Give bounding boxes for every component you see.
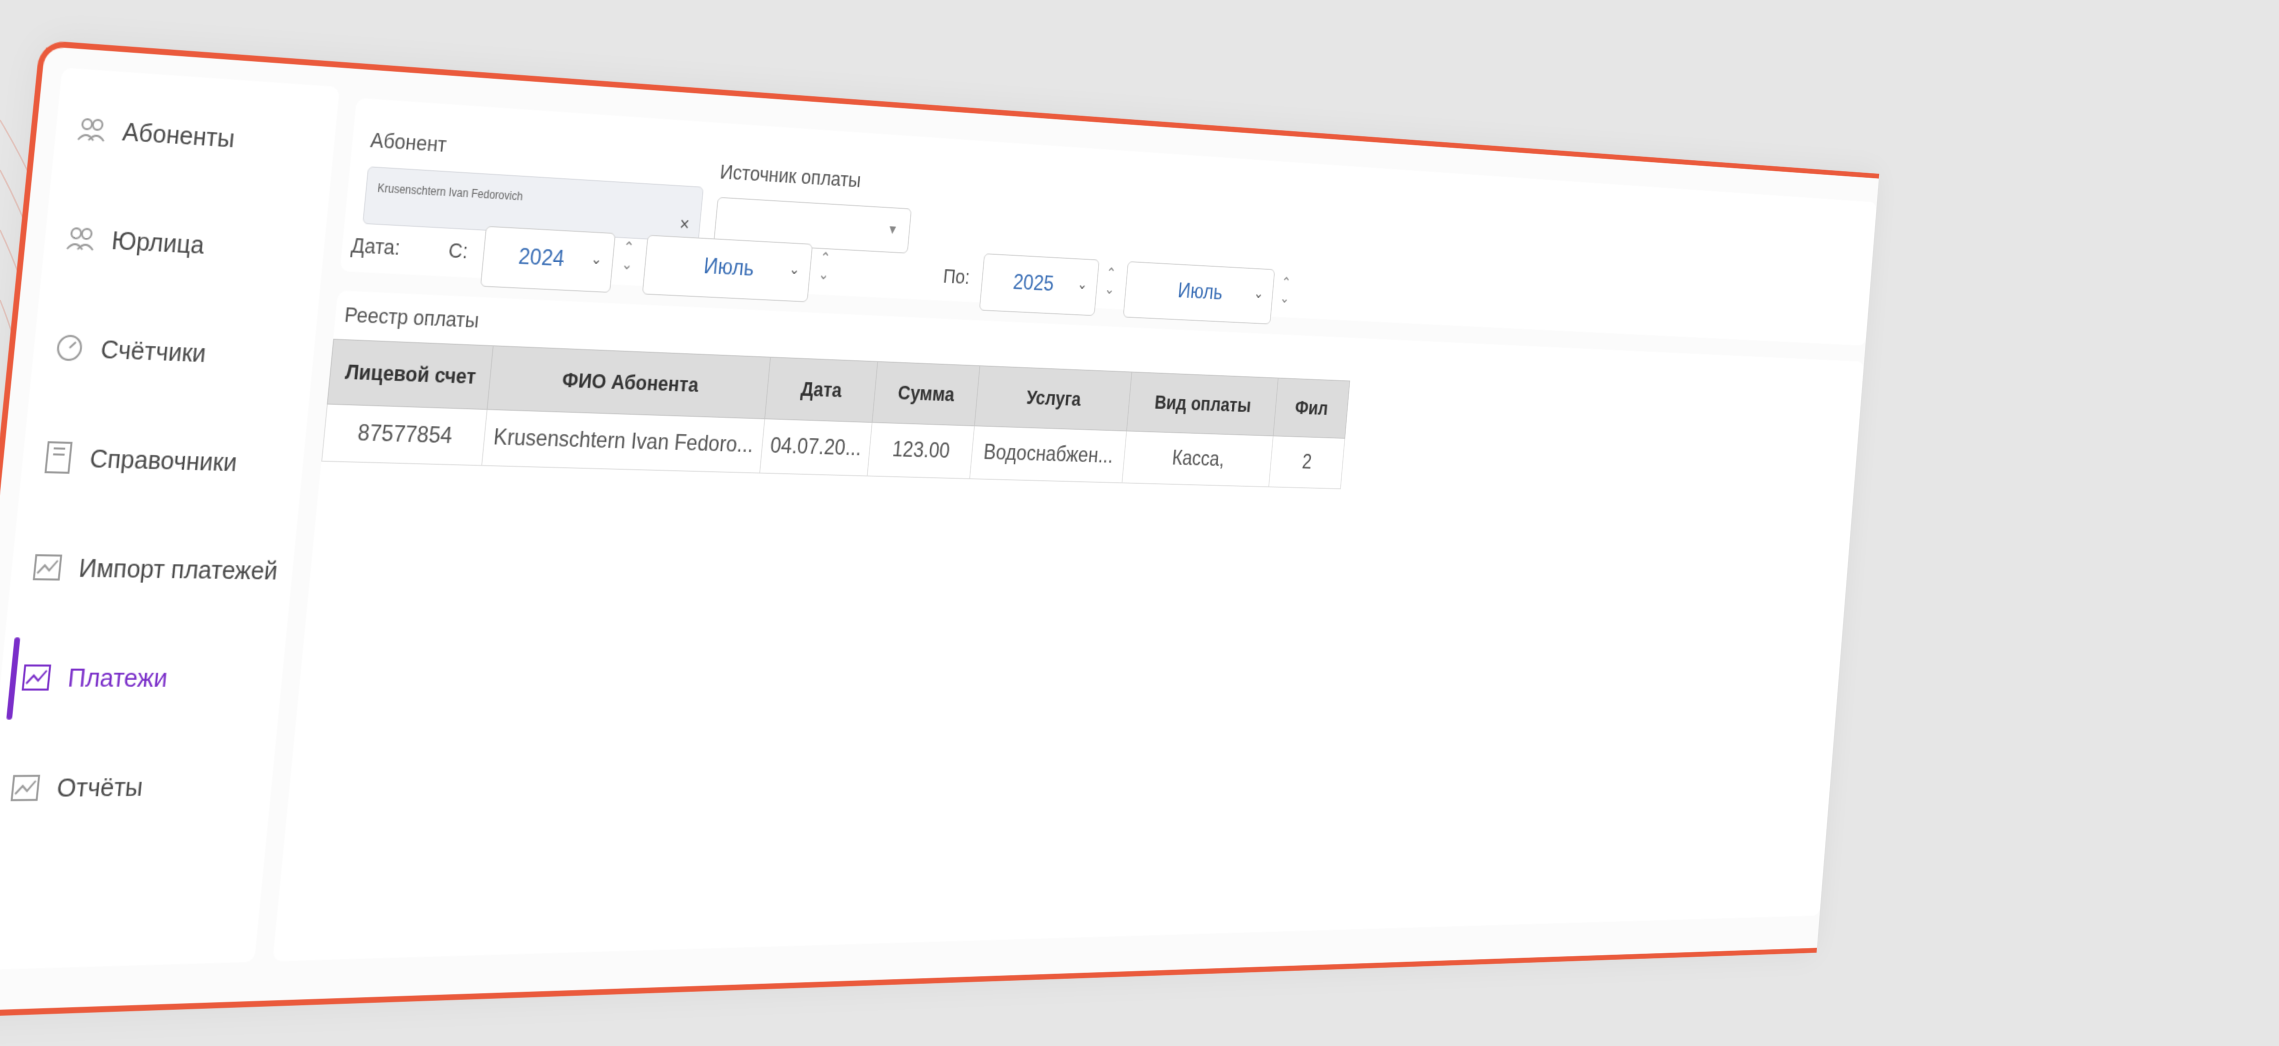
registry-panel: Реестр оплаты Лицевой счет ФИО Абонента … (272, 290, 1865, 962)
to-label: По: (942, 264, 971, 289)
from-month-value: Июль (702, 253, 756, 282)
chevron-down-icon: ⌄ (1253, 286, 1265, 302)
column-header[interactable]: Дата (764, 357, 878, 423)
from-year-spinner[interactable]: ⌃ ⌄ (616, 240, 639, 288)
abonent-value: Krusenschtern Ivan Fedorovich (376, 181, 524, 204)
sidebar-item-legal[interactable]: Юрлица (61, 208, 207, 274)
to-month-value: Июль (1176, 278, 1224, 305)
source-label: Источник оплаты (719, 160, 863, 192)
to-month-select[interactable]: Июль ⌄ (1122, 261, 1276, 325)
date-label: Дата: (350, 233, 402, 260)
sidebar-item-meters[interactable]: Счётчики (50, 317, 209, 382)
to-year-select[interactable]: 2025 ⌄ (979, 253, 1100, 317)
chart-icon (30, 550, 66, 584)
amount-cell: 123.00 (867, 422, 975, 479)
from-label: С: (447, 238, 469, 264)
from-month-spinner[interactable]: ⌃ ⌄ (813, 251, 835, 297)
meter-icon (52, 330, 88, 365)
to-year-value: 2025 (1012, 270, 1055, 297)
active-indicator (6, 637, 21, 720)
sidebar-item-reports[interactable]: Отчёты (6, 757, 146, 818)
sidebar-item-label: Счётчики (99, 333, 208, 368)
clear-icon[interactable]: × (679, 214, 691, 236)
column-header[interactable]: Лицевой счет (327, 339, 494, 410)
sidebar-item-label: Юрлица (110, 224, 206, 260)
app-stage: Абоненты Юрлица Счётчики Справочники Имп… (0, 40, 1936, 1046)
sidebar-item-label: Платежи (66, 662, 169, 693)
column-header[interactable]: Вид оплаты (1126, 372, 1279, 436)
sidebar-item-references[interactable]: Справочники (39, 427, 240, 492)
book-icon (41, 440, 77, 475)
sidebar-item-abonents[interactable]: Абоненты (72, 99, 237, 168)
to-year-spinner[interactable]: ⌃ ⌄ (1100, 266, 1120, 311)
to-month-spinner[interactable]: ⌃ ⌄ (1275, 276, 1294, 320)
chevron-down-icon: ⌄ (788, 261, 801, 279)
service-cell: Водоснабжен... (969, 425, 1127, 483)
sidebar-item-label: Справочники (88, 442, 239, 477)
dropdown-arrow-icon: ▼ (886, 221, 899, 237)
column-header[interactable]: Фил (1273, 378, 1350, 439)
chart-icon (7, 771, 43, 805)
branch-cell: 2 (1268, 435, 1345, 489)
chevron-down-icon: ⌄ (590, 251, 603, 268)
sidebar-item-label: Отчёты (55, 771, 145, 803)
users-icon (63, 221, 99, 256)
sidebar-item-payments[interactable]: Платежи (6, 637, 170, 720)
column-header[interactable]: Услуга (974, 365, 1132, 431)
name-cell: Krusenschtern Ivan Fedoro... (481, 409, 765, 474)
date-cell: 04.07.20... (759, 418, 873, 476)
registry-table: Лицевой счет ФИО Абонента Дата Сумма Усл… (321, 339, 1350, 489)
chart-icon (18, 660, 54, 694)
from-month-select[interactable]: Июль ⌄ (641, 234, 813, 303)
from-year-select[interactable]: 2024 ⌄ (480, 225, 616, 293)
sidebar-item-import[interactable]: Импорт платежей (28, 537, 280, 600)
sidebar-item-label: Абоненты (121, 116, 237, 153)
abonent-label: Абонент (369, 127, 448, 157)
chevron-down-icon: ⌄ (1076, 277, 1089, 293)
sidebar-item-label: Импорт платежей (77, 552, 279, 585)
column-header[interactable]: Сумма (872, 361, 980, 426)
users-icon (74, 112, 110, 148)
payment-type-cell: Касса, (1121, 430, 1274, 487)
from-year-value: 2024 (517, 243, 566, 272)
column-header[interactable]: ФИО Абонента (487, 345, 771, 419)
registry-title: Реестр оплаты (343, 302, 480, 333)
app-window: Абоненты Юрлица Счётчики Справочники Имп… (0, 40, 1880, 1018)
account-cell: 87577854 (321, 404, 488, 466)
